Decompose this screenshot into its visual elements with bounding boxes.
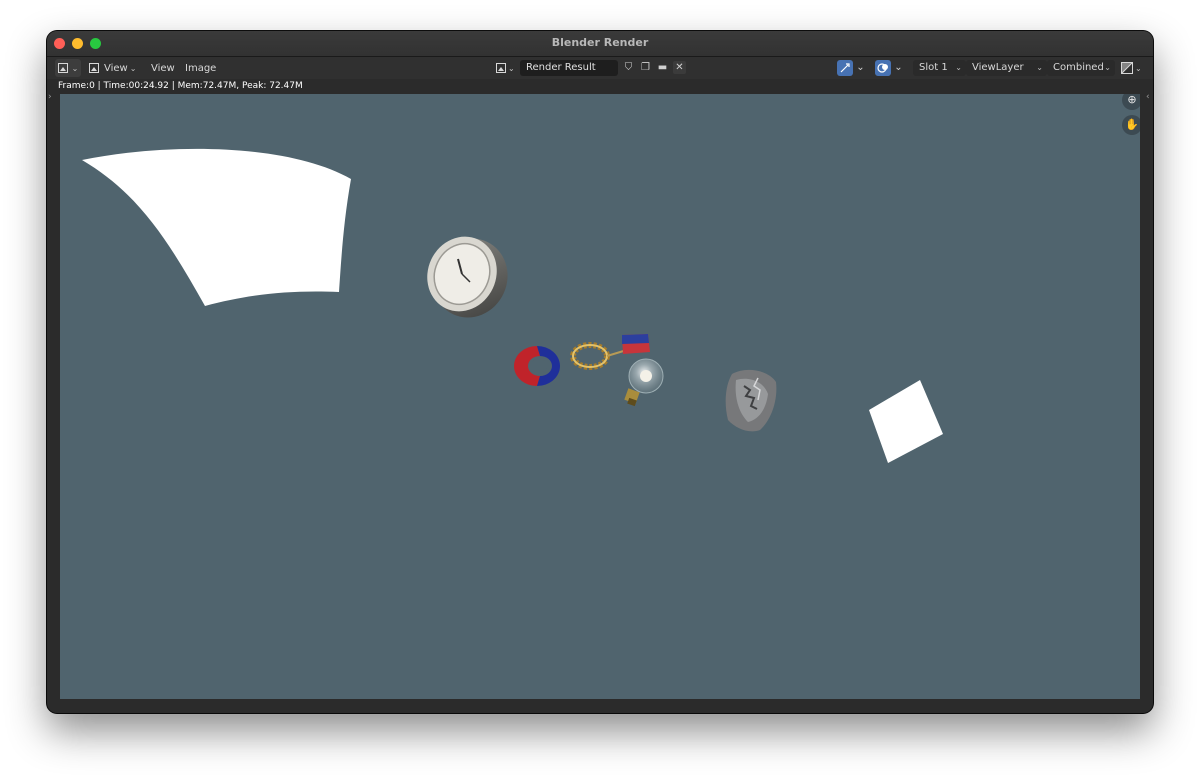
image-icon [89,63,99,73]
display-channels-button[interactable]: ⌄ [1121,59,1143,77]
chevron-down-icon[interactable]: ⌄ [854,61,867,74]
close-icon[interactable]: ✕ [673,61,686,74]
view-mode-menu[interactable]: View ⌄ [89,59,136,77]
sample-icon [840,63,850,73]
overlay-icon [877,63,888,73]
image-editor-header: ⌄ View ⌄ View Image ⌄ Render Result ⛉ ❐ … [47,57,1153,79]
editor-type-button[interactable]: ⌄ [55,59,81,77]
gold-chain-object [570,342,610,370]
display-channels-icon [1121,62,1133,74]
white-square-plane [869,380,943,463]
image-menu-label: Image [185,62,217,74]
image-browse-icon [496,63,506,73]
clock-object [427,236,508,318]
chevron-down-icon: ⌄ [71,63,79,73]
chevron-down-icon: ⌄ [1135,63,1142,73]
shield-icon[interactable]: ⛉ [622,61,635,74]
render-pass-dropdown[interactable]: Combined ⌄ [1047,60,1115,76]
image-name-field[interactable]: Render Result [520,60,618,76]
folder-icon[interactable]: ▬ [656,61,669,74]
chevron-down-icon: ⌄ [955,63,962,72]
chevron-down-icon: ⌄ [1104,63,1111,72]
toolbar-expand-arrow[interactable]: › [48,92,52,102]
white-curved-plane [82,148,351,306]
view-layer-dropdown[interactable]: ViewLayer ⌄ [966,60,1047,76]
light-bulb-object [624,358,664,407]
title-bar: Blender Render [47,31,1153,57]
chevron-down-icon: ⌄ [129,63,137,73]
slot-label: Slot 1 [919,62,948,73]
sample-tool-button[interactable] [837,60,853,76]
image-menu[interactable]: Image [180,59,221,77]
overlay-button[interactable] [875,60,891,76]
render-canvas[interactable]: ⊕ ✋ [60,94,1140,699]
view-menu[interactable]: View [146,59,180,77]
duplicate-icon[interactable]: ❐ [639,61,652,74]
render-status-text: Frame:0 | Time:00:24.92 | Mem:72.47M, Pe… [58,81,303,91]
window-title: Blender Render [551,36,649,49]
view-layer-label: ViewLayer [972,62,1024,73]
chevron-down-icon[interactable]: ⌄ [892,61,905,74]
render-result-image [82,148,943,463]
render-pass-label: Combined [1053,62,1104,73]
view-menu-label: View [151,62,175,74]
slot-dropdown[interactable]: Slot 1 ⌄ [913,60,966,76]
view-mode-label: View [104,62,128,74]
image-editor-icon [57,63,68,73]
rock-object [725,369,777,432]
zoom-icon[interactable]: ⊕ [1122,94,1140,110]
sidebar-expand-arrow[interactable]: ‹ [1146,92,1150,102]
chevron-down-icon: ⌄ [1036,63,1043,72]
flag-object [606,334,650,357]
browse-image-button[interactable]: ⌄ [496,59,518,77]
hand-icon[interactable]: ✋ [1122,115,1140,135]
blender-window: Blender Render ⌄ View ⌄ View Image ⌄ Ren… [47,31,1153,713]
torus-magnet-object [514,346,560,386]
chevron-down-icon: ⌄ [508,63,515,73]
